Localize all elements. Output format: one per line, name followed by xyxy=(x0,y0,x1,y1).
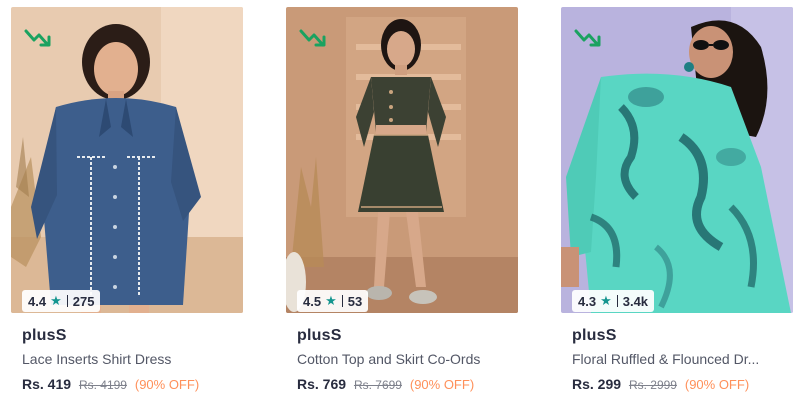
rating-divider xyxy=(616,295,618,307)
rating-value: 4.5 xyxy=(303,293,322,309)
product-brand: plusS xyxy=(297,327,342,344)
product-card[interactable]: 4.3 ★ 3.4k plusS Floral Ruffled & Flounc… xyxy=(561,0,793,404)
trending-down-icon xyxy=(574,29,601,47)
rating-divider xyxy=(66,295,68,307)
rating-badge: 4.5 ★ 53 xyxy=(297,290,369,312)
product-mrp: Rs. 7699 xyxy=(353,378,402,392)
price-row: Rs. 419 Rs. 4199 (90% OFF) xyxy=(22,376,199,392)
product-title: Cotton Top and Skirt Co-Ords xyxy=(297,351,481,367)
product-image[interactable]: 4.3 ★ 3.4k xyxy=(561,7,793,313)
product-price: Rs. 419 xyxy=(22,376,72,392)
product-image[interactable]: 4.5 ★ 53 xyxy=(286,7,518,313)
product-mrp: Rs. 4199 xyxy=(78,378,127,392)
rating-divider xyxy=(341,295,343,307)
trending-down-icon xyxy=(24,29,51,47)
rating-count: 275 xyxy=(72,293,95,309)
product-title: Floral Ruffled & Flounced Dr... xyxy=(572,351,760,367)
price-row: Rs. 299 Rs. 2999 (90% OFF) xyxy=(572,376,749,392)
product-card[interactable]: 4.4 ★ 275 plusS Lace Inserts Shirt Dress… xyxy=(11,0,243,404)
rating-value: 4.4 xyxy=(28,293,47,309)
price-row: Rs. 769 Rs. 7699 (90% OFF) xyxy=(297,376,474,392)
rating-value: 4.3 xyxy=(578,293,597,309)
rating-badge: 4.3 ★ 3.4k xyxy=(572,290,655,312)
rating-badge: 4.4 ★ 275 xyxy=(22,290,101,312)
product-mrp: Rs. 2999 xyxy=(628,378,677,392)
star-icon: ★ xyxy=(50,293,62,308)
trending-down-icon xyxy=(299,29,326,47)
product-grid: 4.4 ★ 275 plusS Lace Inserts Shirt Dress… xyxy=(0,0,800,404)
discount-label: (90% OFF) xyxy=(409,377,475,392)
rating-count: 3.4k xyxy=(622,293,649,309)
star-icon: ★ xyxy=(600,293,612,308)
product-price: Rs. 299 xyxy=(572,376,622,392)
product-image[interactable]: 4.4 ★ 275 xyxy=(11,7,243,313)
product-card[interactable]: 4.5 ★ 53 plusS Cotton Top and Skirt Co-O… xyxy=(286,0,518,404)
product-price: Rs. 769 xyxy=(297,376,347,392)
product-title: Lace Inserts Shirt Dress xyxy=(22,351,172,367)
rating-count: 53 xyxy=(347,293,363,309)
product-brand: plusS xyxy=(572,327,617,344)
star-icon: ★ xyxy=(325,293,337,308)
discount-label: (90% OFF) xyxy=(684,377,750,392)
discount-label: (90% OFF) xyxy=(134,377,200,392)
product-brand: plusS xyxy=(22,327,67,344)
